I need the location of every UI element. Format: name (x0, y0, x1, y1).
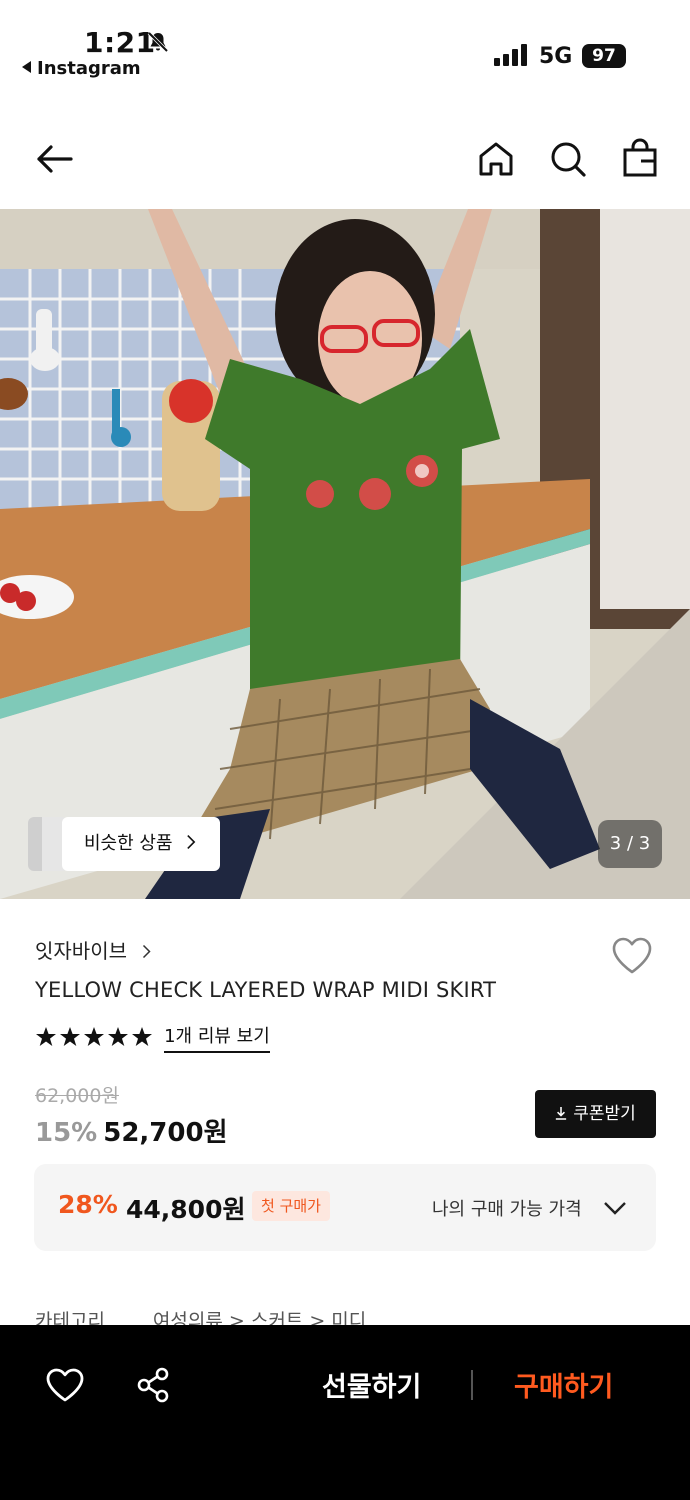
star-rating-stars (36, 1026, 152, 1046)
image-counter: 3 / 3 (598, 820, 662, 868)
heart-icon (46, 1368, 84, 1402)
chevron-right-icon (187, 835, 196, 849)
back-to-app-link[interactable]: Instagram (22, 58, 141, 79)
buy-button[interactable]: 구매하기 (514, 1365, 613, 1404)
bell-muted-icon (147, 31, 169, 53)
status-time: 1:21 (84, 26, 156, 59)
top-nav (0, 118, 690, 198)
chevron-down-icon (604, 1202, 626, 1215)
brand-name: 잇자바이브 (35, 939, 127, 963)
similar-products-pill: 비슷한 상품 (62, 817, 220, 871)
search-button[interactable] (547, 138, 589, 180)
my-price-label: 나의 구매 가능 가격 (432, 1199, 582, 1220)
coupon-label: 쿠폰받기 (573, 1104, 636, 1124)
arrow-left-icon (37, 145, 73, 173)
first-purchase-offer[interactable]: 28% 44,800원 첫 구매가 나의 구매 가능 가격 (34, 1164, 656, 1251)
original-price: 62,000원 (35, 1085, 119, 1107)
share-button[interactable] (133, 1365, 173, 1405)
offer-price: 44,800원 (126, 1195, 246, 1224)
cart-button[interactable] (619, 138, 661, 180)
brand-link[interactable]: 잇자바이브 (35, 935, 151, 964)
sale-price: 52,700원 (103, 1118, 228, 1148)
product-image[interactable] (0, 209, 690, 899)
home-button[interactable] (475, 138, 517, 180)
coupon-download-button[interactable]: 쿠폰받기 (535, 1090, 656, 1138)
bottom-divider (471, 1370, 473, 1400)
bottom-action-bar: 선물하기 구매하기 (0, 1325, 690, 1500)
heart-icon (612, 937, 652, 974)
wishlist-button[interactable] (610, 934, 654, 976)
discount-percent: 15% (35, 1118, 98, 1148)
back-button[interactable] (33, 138, 75, 180)
home-icon (479, 142, 513, 176)
rating-row: 1개 리뷰 보기 (35, 1022, 270, 1053)
offer-discount-percent: 28% (58, 1190, 118, 1219)
download-icon (556, 1107, 567, 1120)
share-icon (137, 1367, 169, 1403)
back-triangle-icon (22, 61, 31, 73)
product-photo-illustration (0, 209, 690, 899)
product-title: YELLOW CHECK LAYERED WRAP MIDI SKIRT (35, 978, 497, 1002)
battery-indicator: 97 (582, 44, 626, 68)
shopping-bag-icon (623, 138, 657, 177)
bottom-wishlist-button[interactable] (45, 1365, 85, 1405)
first-purchase-badge: 첫 구매가 (252, 1191, 330, 1221)
similar-products-button[interactable]: 비슷한 상품 (28, 817, 220, 871)
sale-price-row: 15% 52,700원 (35, 1112, 228, 1149)
back-app-label: Instagram (37, 58, 141, 79)
chevron-right-icon (143, 944, 151, 959)
search-icon (551, 142, 586, 177)
similar-products-label: 비슷한 상품 (84, 833, 173, 854)
gift-button[interactable]: 선물하기 (322, 1365, 421, 1404)
network-type: 5G (539, 44, 573, 69)
review-link[interactable]: 1개 리뷰 보기 (164, 1022, 270, 1053)
status-bar: 1:21 Instagram 5G 97 (0, 0, 690, 95)
signal-icon (494, 44, 527, 66)
star-rating (35, 1026, 153, 1050)
